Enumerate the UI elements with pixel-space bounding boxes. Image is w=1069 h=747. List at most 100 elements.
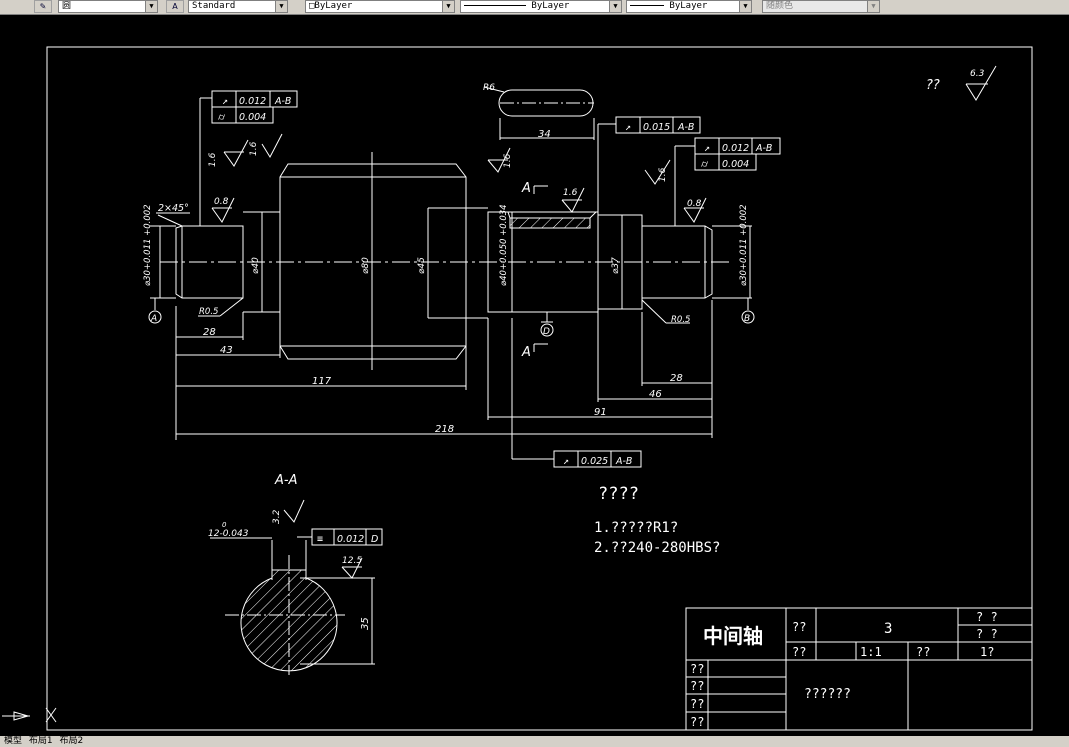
dim-r05-left: R0.5 — [199, 307, 218, 317]
runout-icon: ↗ — [704, 143, 710, 154]
dim-chamfer: 2×45° — [158, 203, 189, 214]
layer-dropdown[interactable]: □ByLayer ▼ — [305, 0, 455, 13]
text-style-value: Standard — [192, 1, 236, 11]
tab-layout1[interactable]: 布局1 — [29, 736, 53, 746]
section-mark-top: A — [521, 181, 531, 196]
dim-r6: R6 — [483, 83, 495, 93]
rough-r7: 0.8 — [687, 199, 702, 209]
chevron-down-icon[interactable]: ▼ — [275, 1, 287, 12]
title-label-4: 1? — [980, 645, 994, 659]
title-row-1: ?? — [690, 662, 704, 676]
rough-r3: 1.6 — [503, 153, 513, 168]
linetype-value: ByLayer — [531, 1, 570, 11]
rough-r5: 1.6 — [658, 167, 668, 182]
layer-value: ByLayer — [314, 1, 353, 11]
tol-t1-ref: A-B — [274, 96, 291, 107]
title-part-name: 中间轴 — [703, 624, 763, 648]
color-select[interactable]: 随颜色 ▼ — [762, 0, 880, 13]
dim-l46: 46 — [649, 389, 662, 400]
title-row-4: ?? — [690, 715, 704, 729]
tab-model[interactable]: 模型 — [4, 736, 22, 746]
title-q1: ? ? — [976, 610, 998, 624]
rough-corner-label: ?? — [926, 78, 940, 93]
tol-t4-ref: A-B — [755, 143, 772, 154]
dim-r05-right: R0.5 — [671, 315, 690, 325]
rough-r8: 3.2 — [272, 509, 282, 524]
cylindricity-icon: ⌭ — [218, 112, 226, 123]
chevron-down-icon[interactable]: ▼ — [442, 1, 454, 12]
linetype-select[interactable]: ByLayer ▼ — [460, 0, 622, 13]
dim-l35: 35 — [360, 617, 371, 630]
runout-icon: ↗ — [625, 122, 631, 133]
dim-l28b: 28 — [670, 373, 683, 384]
tab-layout2[interactable]: 布局2 — [60, 736, 84, 746]
cylindricity-icon: ⌭ — [701, 159, 709, 170]
text-style-dropdown[interactable]: Standard ▼ — [188, 0, 288, 13]
dim-l43: 43 — [220, 345, 233, 356]
symmetry-icon: ≡ — [317, 534, 323, 545]
tol-t2-val: 0.004 — [239, 112, 266, 123]
dim-d30-left: ⌀30+0.011 +0.002 — [143, 204, 153, 286]
title-qty: 3 — [884, 621, 892, 637]
rough-corner: 6.3 — [970, 69, 985, 79]
line-sample — [464, 5, 526, 6]
line-sample — [630, 5, 664, 6]
tol-t4-val: 0.012 — [722, 143, 749, 154]
runout-icon: ↗ — [563, 456, 569, 467]
notes-line-1: 1.?????R1? — [594, 520, 678, 536]
rough-r4: 1.6 — [563, 188, 578, 198]
linetype-icon[interactable]: ✎ — [34, 0, 52, 13]
section-mark-bottom: A — [521, 345, 531, 360]
dim-d80: ⌀80 — [361, 257, 371, 274]
properties-toolbar: ✎ 圆 ▼ A Standard ▼ □ByLayer ▼ ByLayer ▼ … — [0, 0, 1069, 15]
tol-t7-val: 0.012 — [337, 534, 364, 545]
rough-r9: 12.5 — [342, 556, 362, 566]
linetype-value: 圆 — [62, 1, 72, 11]
drawing-canvas[interactable]: ↗ 0.012 A-B ⌭ 0.004 ↗ 0.015 A-B ↗ 0.012 … — [0, 14, 1069, 736]
tol-t6-ref: A-B — [615, 456, 632, 467]
dim-d45: ⌀45 — [417, 257, 427, 274]
title-label-1: ?? — [792, 620, 806, 634]
dim-d30-right: ⌀30+0.011 +0.002 — [739, 204, 749, 286]
lineweight-value: ByLayer — [669, 1, 708, 11]
ucs-icon — [2, 707, 57, 723]
datum-d: D — [543, 327, 550, 337]
dim-l218: 218 — [435, 424, 454, 435]
title-scale: 1:1 — [860, 645, 882, 659]
dim-d40: ⌀40 — [251, 257, 261, 274]
datum-a: A — [150, 314, 157, 324]
tol-t7-ref: D — [371, 534, 378, 545]
dim-key-sup: 0 — [222, 521, 227, 529]
tol-t3-ref: A-B — [677, 122, 694, 133]
chevron-down-icon[interactable]: ▼ — [867, 1, 879, 12]
dim-d40b: ⌀40+0.050 +0.034 — [499, 204, 509, 286]
datum-markers — [148, 185, 755, 352]
tol-t1-val: 0.012 — [239, 96, 266, 107]
lineweight-select[interactable]: ByLayer ▼ — [626, 0, 752, 13]
title-row-3: ?? — [690, 697, 704, 711]
text-style-icon[interactable]: A — [166, 0, 184, 13]
rough-r6: 0.8 — [214, 197, 229, 207]
notes-title: ???? — [598, 484, 639, 504]
title-school: ?????? — [804, 687, 851, 702]
color-value: 随颜色 — [766, 1, 794, 11]
dim-d37: ⌀37 — [611, 257, 621, 274]
chevron-down-icon[interactable]: ▼ — [739, 1, 751, 12]
notes-line-2: 2.??240-280HBS? — [594, 540, 720, 556]
rough-r2: 1.6 — [249, 141, 259, 156]
chevron-down-icon[interactable]: ▼ — [145, 1, 157, 12]
dim-l28: 28 — [203, 327, 216, 338]
title-q2: ? ? — [976, 627, 998, 641]
section-label: A-A — [274, 473, 297, 488]
datum-b: B — [744, 314, 750, 324]
runout-icon: ↗ — [222, 96, 228, 107]
layout-tabs: 模型 布局1 布局2 — [0, 736, 1069, 747]
linetype-dropdown[interactable]: 圆 ▼ — [58, 0, 158, 13]
title-row-2: ?? — [690, 679, 704, 693]
tol-t3-val: 0.015 — [643, 122, 670, 133]
rough-r1: 1.6 — [208, 152, 218, 167]
chevron-down-icon[interactable]: ▼ — [609, 1, 621, 12]
dim-key-width: 12-0.043 — [208, 529, 249, 539]
dim-l34: 34 — [538, 129, 551, 140]
tol-t5-val: 0.004 — [722, 159, 749, 170]
